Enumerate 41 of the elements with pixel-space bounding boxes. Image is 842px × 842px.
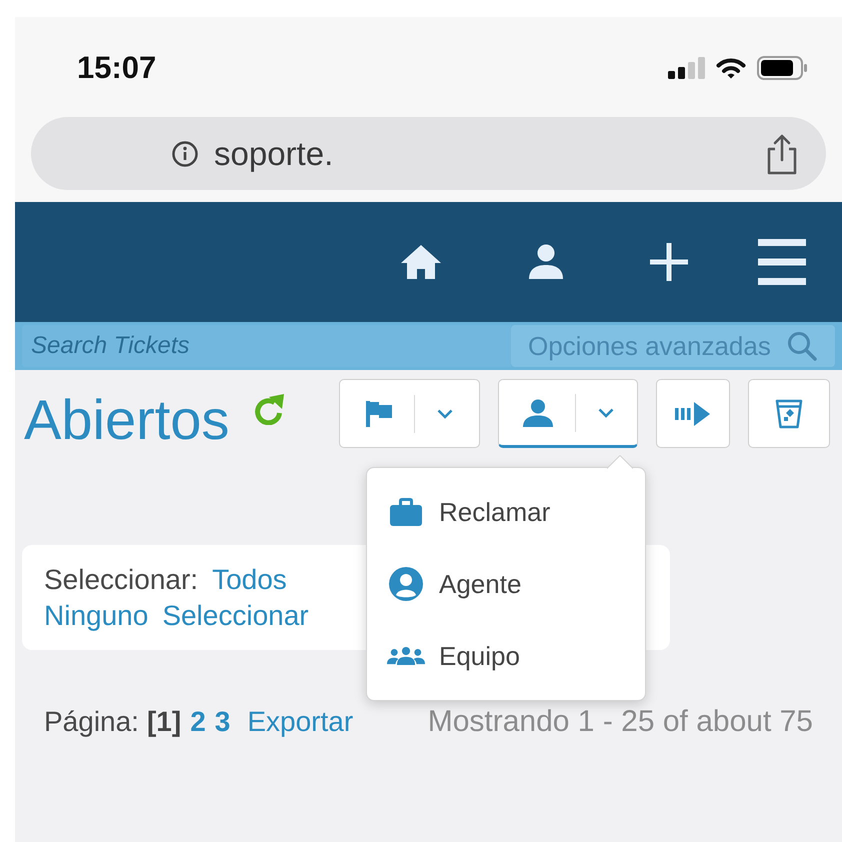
group-icon bbox=[387, 646, 425, 666]
select-option-link[interactable]: Ninguno bbox=[44, 598, 148, 632]
url-text: soporte. bbox=[214, 134, 334, 172]
info-icon bbox=[172, 140, 198, 166]
plus-icon[interactable] bbox=[650, 243, 688, 281]
signal-icon bbox=[668, 57, 705, 79]
battery-icon bbox=[757, 56, 808, 80]
trash-button[interactable] bbox=[748, 379, 830, 448]
address-bar[interactable]: soporte. bbox=[31, 117, 826, 190]
results-summary: Mostrando 1 - 25 of about 75 bbox=[428, 704, 813, 740]
home-icon[interactable] bbox=[400, 244, 442, 280]
chevron-down-icon bbox=[437, 408, 453, 418]
search-field[interactable]: Search Tickets bbox=[22, 325, 511, 367]
select-label: Seleccionar: bbox=[44, 562, 198, 596]
status-time: 15:07 bbox=[77, 50, 156, 86]
flag-dropdown-button[interactable] bbox=[339, 379, 480, 448]
page-link[interactable]: 3 bbox=[214, 702, 230, 742]
menu-item[interactable]: Equipo bbox=[367, 620, 645, 692]
menu-icon[interactable] bbox=[758, 239, 806, 285]
person-icon bbox=[522, 398, 552, 426]
chevron-down-icon bbox=[598, 408, 614, 418]
page-link[interactable]: 2 bbox=[190, 702, 206, 742]
select-option-link[interactable]: Todos bbox=[212, 562, 287, 596]
bars-arrow-icon bbox=[675, 400, 711, 426]
move-button[interactable] bbox=[656, 379, 730, 448]
person-icon[interactable] bbox=[528, 244, 564, 280]
current-page[interactable]: [1] bbox=[146, 702, 182, 742]
export-link[interactable]: Exportar bbox=[247, 702, 354, 742]
person-dropdown-button[interactable] bbox=[498, 379, 638, 448]
menu-item[interactable]: Agente bbox=[367, 548, 645, 620]
page-title: Abiertos bbox=[24, 392, 230, 448]
search-icon bbox=[787, 331, 817, 361]
select-option-link[interactable]: Seleccionar bbox=[162, 598, 309, 632]
wifi-icon bbox=[716, 57, 746, 79]
briefcase-icon bbox=[390, 498, 422, 526]
trash-icon bbox=[774, 398, 804, 430]
pagination-label: Página: bbox=[44, 705, 139, 739]
flag-icon bbox=[366, 400, 392, 426]
user-circle-icon bbox=[389, 567, 423, 601]
advanced-options-button[interactable]: Opciones avanzadas bbox=[511, 325, 835, 367]
menu-item[interactable]: Reclamar bbox=[367, 476, 645, 548]
